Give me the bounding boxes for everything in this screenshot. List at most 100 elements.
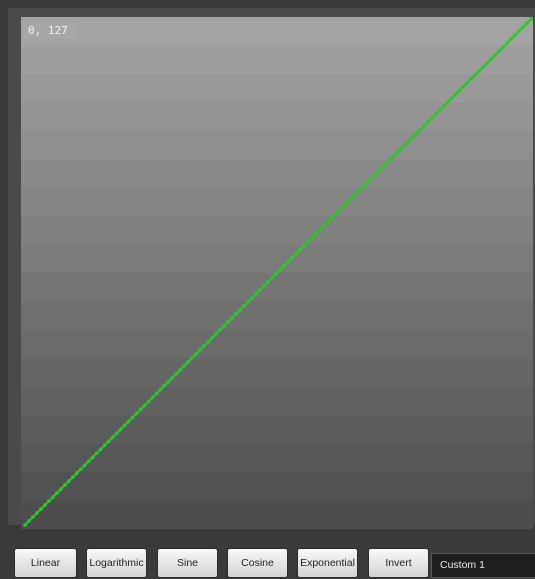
- curve-graph[interactable]: [21, 17, 533, 529]
- curve-point[interactable]: [369, 176, 374, 181]
- curve-point[interactable]: [345, 200, 350, 205]
- curve-point[interactable]: [146, 399, 151, 404]
- curve-point[interactable]: [150, 395, 155, 400]
- curve-point[interactable]: [361, 184, 366, 189]
- curve-point[interactable]: [210, 335, 215, 340]
- curve-point[interactable]: [353, 192, 358, 197]
- invert-button[interactable]: Invert: [368, 548, 429, 578]
- curve-point[interactable]: [469, 76, 474, 81]
- curve-point[interactable]: [278, 268, 282, 272]
- curve-point[interactable]: [501, 44, 506, 49]
- curve-point[interactable]: [294, 252, 298, 256]
- curve-point[interactable]: [238, 307, 243, 312]
- curve-point[interactable]: [457, 88, 462, 93]
- curve-point[interactable]: [473, 72, 478, 77]
- sine-button[interactable]: Sine: [157, 548, 218, 578]
- curve-point[interactable]: [302, 244, 306, 249]
- curve-point[interactable]: [329, 216, 334, 221]
- curve-point[interactable]: [174, 371, 179, 376]
- curve-point[interactable]: [78, 467, 83, 472]
- curve-point[interactable]: [505, 41, 509, 45]
- curve-point[interactable]: [489, 56, 494, 61]
- curve-point[interactable]: [142, 403, 147, 408]
- curve-point[interactable]: [43, 503, 47, 507]
- curve-point[interactable]: [262, 284, 266, 288]
- curve-point[interactable]: [242, 303, 247, 308]
- curve-point[interactable]: [35, 511, 39, 515]
- curve-point[interactable]: [126, 419, 131, 424]
- curve-point[interactable]: [365, 180, 370, 185]
- curve-point[interactable]: [122, 423, 127, 428]
- curve-point[interactable]: [23, 523, 27, 527]
- curve-point[interactable]: [27, 519, 31, 523]
- curve-point[interactable]: [517, 29, 521, 33]
- curve-point[interactable]: [337, 208, 342, 213]
- curve-point[interactable]: [401, 144, 406, 149]
- curve-point[interactable]: [94, 451, 99, 456]
- curve-point[interactable]: [461, 84, 466, 89]
- curve-point[interactable]: [230, 315, 235, 320]
- curve-point[interactable]: [226, 319, 231, 324]
- curve-point[interactable]: [409, 136, 414, 141]
- curve-point[interactable]: [509, 37, 513, 41]
- curve-point[interactable]: [349, 196, 354, 201]
- curve-point[interactable]: [290, 256, 294, 260]
- curve-point[interactable]: [154, 391, 159, 396]
- curve-point[interactable]: [417, 128, 422, 133]
- curve-point[interactable]: [437, 108, 442, 113]
- curve-point[interactable]: [90, 455, 95, 460]
- curve-point[interactable]: [497, 48, 502, 53]
- curve-point[interactable]: [453, 92, 458, 97]
- curve-point[interactable]: [70, 475, 75, 480]
- curve-point[interactable]: [194, 351, 199, 356]
- curve-point[interactable]: [429, 116, 434, 121]
- curve-point[interactable]: [130, 415, 135, 420]
- curve-point[interactable]: [357, 188, 362, 193]
- curve-point[interactable]: [98, 447, 103, 452]
- curve-point[interactable]: [465, 80, 470, 85]
- curve-point[interactable]: [162, 383, 167, 388]
- linear-button[interactable]: Linear: [14, 548, 77, 578]
- curve-point[interactable]: [513, 33, 517, 37]
- curve-point[interactable]: [54, 491, 59, 496]
- curve-point[interactable]: [214, 331, 219, 336]
- curve-point[interactable]: [158, 387, 163, 392]
- curve-point[interactable]: [481, 64, 486, 69]
- curve-point[interactable]: [206, 339, 211, 344]
- curve-point[interactable]: [433, 112, 438, 117]
- preset-dropdown[interactable]: Custom 1: [431, 553, 535, 578]
- curve-point[interactable]: [381, 164, 386, 169]
- curve-point[interactable]: [178, 367, 183, 372]
- cosine-button[interactable]: Cosine: [227, 548, 288, 578]
- curve-point[interactable]: [47, 499, 51, 503]
- curve-point[interactable]: [333, 212, 338, 217]
- curve-point[interactable]: [477, 68, 482, 73]
- curve-point[interactable]: [274, 272, 278, 276]
- curve-point[interactable]: [198, 347, 203, 352]
- curve-point[interactable]: [222, 323, 227, 328]
- curve-point[interactable]: [449, 96, 454, 101]
- curve-point[interactable]: [529, 17, 533, 21]
- curve-point[interactable]: [39, 507, 43, 511]
- curve-point[interactable]: [58, 487, 63, 492]
- exponential-button[interactable]: Exponential: [297, 548, 358, 578]
- curve-point[interactable]: [373, 172, 378, 177]
- curve-point[interactable]: [421, 124, 426, 129]
- curve-point[interactable]: [282, 264, 286, 268]
- curve-point[interactable]: [298, 248, 302, 252]
- curve-point[interactable]: [134, 411, 139, 416]
- curve-point[interactable]: [114, 431, 119, 436]
- curve-point[interactable]: [266, 280, 270, 284]
- curve-point[interactable]: [425, 120, 430, 125]
- curve-point[interactable]: [118, 427, 123, 432]
- curve-point[interactable]: [485, 60, 490, 65]
- curve-point[interactable]: [102, 443, 107, 448]
- curve-point[interactable]: [525, 21, 529, 25]
- curve-point[interactable]: [325, 220, 330, 225]
- curve-point[interactable]: [441, 104, 446, 109]
- logarithmic-button[interactable]: Logarithmic: [86, 548, 147, 578]
- curve-point[interactable]: [50, 495, 55, 500]
- curve-point[interactable]: [250, 296, 255, 300]
- curve-point[interactable]: [309, 236, 314, 241]
- curve-point[interactable]: [321, 224, 326, 229]
